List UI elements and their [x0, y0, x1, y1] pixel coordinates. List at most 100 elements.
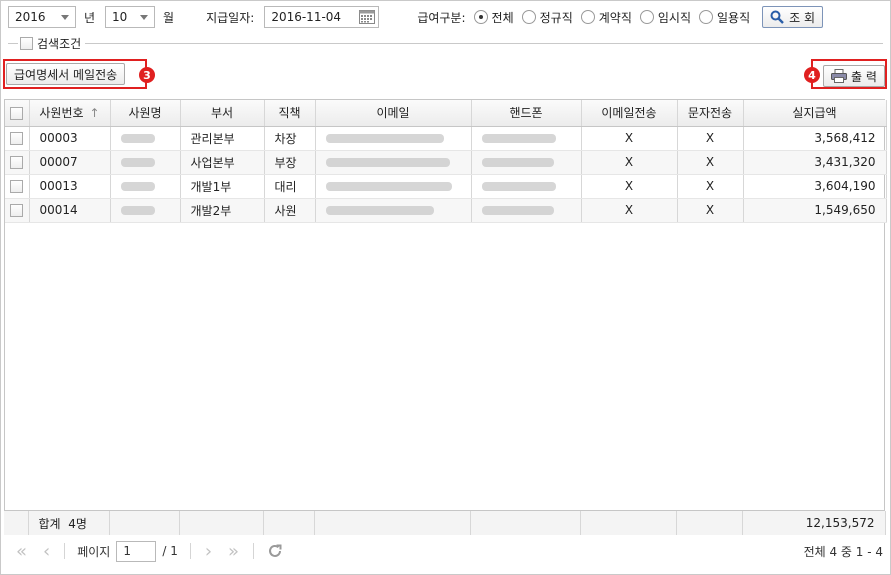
col-label: 사원번호: [39, 106, 84, 121]
pay-date-field[interactable]: 2016-11-04: [264, 6, 380, 28]
summary-blank: [109, 511, 180, 535]
row-select-cell: [5, 150, 30, 175]
email-sent-cell: X: [581, 198, 678, 223]
redacted-email: [325, 158, 450, 167]
summary-blank: [676, 511, 743, 535]
summary-label: 합계: [38, 516, 61, 531]
col-dept[interactable]: 부서: [180, 100, 265, 127]
redacted-email: [325, 134, 444, 143]
redacted-name: [120, 158, 155, 167]
year-select[interactable]: 2016: [8, 6, 76, 28]
page-label: 페이지: [77, 544, 111, 559]
send-payslip-mail-button[interactable]: 급여명세서 메일전송: [6, 63, 126, 85]
radio-temporary[interactable]: 임시직: [639, 9, 691, 26]
phone-cell: [471, 150, 582, 175]
radio-contract[interactable]: 계약직: [580, 9, 632, 26]
summary-blank: [179, 511, 264, 535]
row-checkbox[interactable]: [10, 156, 24, 169]
email-cell: [315, 126, 472, 151]
row-checkbox[interactable]: [10, 204, 24, 217]
net-pay-cell: 3,431,320: [743, 150, 887, 175]
phone-cell: [471, 174, 582, 199]
divider: [189, 543, 191, 559]
emp-no-cell: 00014: [29, 198, 111, 223]
redacted-phone: [481, 206, 554, 215]
col-phone[interactable]: 핸드폰: [471, 100, 582, 127]
pay-date-label: 지급일자:: [206, 10, 255, 25]
table-row[interactable]: 00014 개발2부 사원 X X 1,549,650: [5, 198, 887, 223]
table-row[interactable]: 00013 개발1부 대리 X X 3,604,190: [5, 174, 887, 199]
print-button[interactable]: 출 력: [823, 65, 885, 87]
pay-type-label: 급여구분:: [417, 10, 466, 25]
radio-icon: [521, 10, 536, 24]
col-emp-name[interactable]: 사원명: [110, 100, 181, 127]
summary-blank: [314, 511, 471, 535]
row-checkbox[interactable]: [10, 180, 24, 193]
col-email[interactable]: 이메일: [315, 100, 472, 127]
net-pay-cell: 1,549,650: [743, 198, 887, 223]
email-sent-cell: X: [581, 150, 678, 175]
divider: [85, 42, 883, 44]
emp-name-cell: [110, 126, 181, 151]
phone-cell: [471, 198, 582, 223]
redacted-phone: [481, 158, 554, 167]
radio-selected-icon: [473, 10, 488, 24]
month-select[interactable]: 10: [105, 6, 156, 28]
dept-cell: 개발2부: [180, 198, 265, 223]
col-position[interactable]: 직책: [264, 100, 316, 127]
email-cell: [315, 198, 472, 223]
radio-all[interactable]: 전체: [473, 9, 514, 26]
email-sent-cell: X: [581, 174, 678, 199]
divider: [8, 42, 18, 44]
prev-page-icon[interactable]: ‹: [43, 541, 50, 562]
next-page-icon[interactable]: ›: [205, 541, 212, 562]
month-value: 10: [112, 10, 128, 24]
emp-name-cell: [110, 198, 181, 223]
search-condition-checkbox[interactable]: [20, 36, 33, 50]
emp-no-cell: 00013: [29, 174, 111, 199]
printer-icon: [831, 69, 847, 83]
redacted-phone: [481, 134, 556, 143]
emp-name-cell: [110, 174, 181, 199]
position-cell: 대리: [264, 174, 316, 199]
email-cell: [315, 174, 472, 199]
col-email-sent[interactable]: 이메일전송: [581, 100, 678, 127]
pager: « ‹ 페이지 1 / 1 › » 전체 4 중 1 - 4: [8, 539, 883, 563]
sms-sent-cell: X: [677, 198, 744, 223]
search-button[interactable]: 조 회: [762, 6, 824, 28]
search-icon: [770, 10, 784, 24]
row-checkbox[interactable]: [10, 132, 24, 145]
emp-no-cell: 00007: [29, 150, 111, 175]
net-pay-cell: 3,568,412: [743, 126, 887, 151]
sms-sent-cell: X: [677, 150, 744, 175]
radio-regular[interactable]: 정규직: [521, 9, 573, 26]
print-button-label: 출 력: [851, 69, 877, 84]
table-row[interactable]: 00003 관리본부 차장 X X 3,568,412: [5, 126, 887, 151]
table-row[interactable]: 00007 사업본부 부장 X X 3,431,320: [5, 150, 887, 175]
first-page-icon[interactable]: «: [16, 541, 27, 562]
last-page-icon[interactable]: »: [228, 541, 239, 562]
summary-blank: [263, 511, 315, 535]
chevron-down-icon: [140, 15, 149, 20]
radio-label: 정규직: [539, 10, 573, 25]
col-emp-no[interactable]: 사원번호 ↑: [29, 100, 111, 127]
phone-cell: [471, 126, 582, 151]
col-sms-sent[interactable]: 문자전송: [677, 100, 744, 127]
position-cell: 부장: [264, 150, 316, 175]
year-unit-label: 년: [84, 10, 96, 25]
dept-cell: 개발1부: [180, 174, 265, 199]
radio-label: 전체: [491, 10, 514, 25]
calendar-icon[interactable]: [359, 10, 376, 24]
select-all-checkbox[interactable]: [10, 106, 24, 120]
page-input[interactable]: 1: [116, 540, 157, 562]
email-cell: [315, 150, 472, 175]
refresh-icon[interactable]: [266, 542, 284, 560]
row-select-cell: [5, 126, 30, 151]
chevron-down-icon: [61, 15, 69, 20]
summary-label-cell: 합계 4명: [28, 511, 110, 535]
payroll-table: 사원번호 ↑ 사원명 부서 직책 이메일 핸드폰 이메일전송 문자전송 실지급액 …: [5, 100, 887, 223]
radio-daily[interactable]: 일용직: [699, 9, 750, 26]
col-net-pay[interactable]: 실지급액: [743, 100, 887, 127]
grid-header-row: 사원번호 ↑ 사원명 부서 직책 이메일 핸드폰 이메일전송 문자전송 실지급액: [5, 100, 887, 127]
divider: [253, 543, 255, 559]
